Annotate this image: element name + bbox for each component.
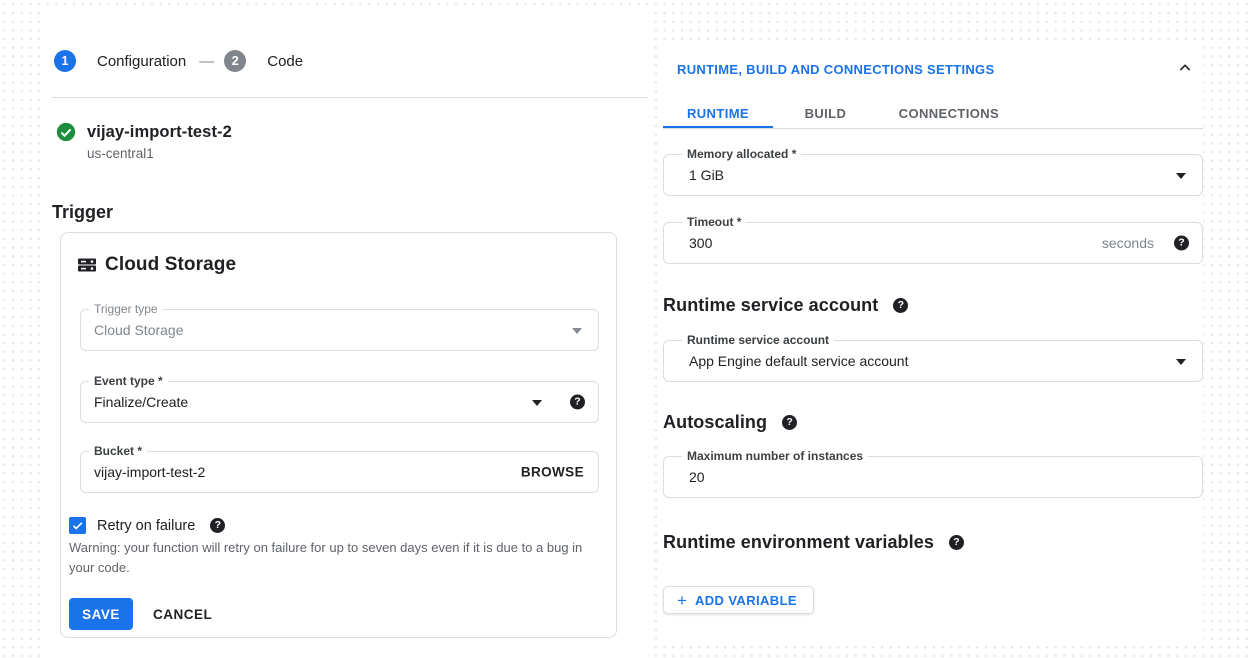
env-vars-section-title: Runtime environment variables [663, 532, 934, 553]
max-instances-field: Maximum number of instances [663, 456, 1203, 498]
tab-build[interactable]: BUILD [777, 102, 873, 128]
chevron-up-icon [1177, 60, 1193, 76]
cloud-storage-icon [77, 255, 97, 275]
browse-button[interactable]: BROWSE [521, 465, 584, 480]
memory-allocated-select[interactable]: Memory allocated * 1 GiB [663, 154, 1203, 196]
chevron-down-icon [1176, 173, 1186, 179]
memory-allocated-value: 1 GiB [689, 167, 724, 183]
chevron-down-icon [532, 400, 542, 406]
runtime-service-account-value: App Engine default service account [689, 353, 908, 369]
env-vars-section-heading: Runtime environment variables ? [663, 532, 964, 553]
trigger-card-title-row: Cloud Storage [77, 252, 236, 278]
runtime-service-account-label: Runtime service account [682, 333, 834, 348]
step-2-code[interactable]: 2 [224, 50, 246, 72]
save-button[interactable]: SAVE [69, 598, 133, 630]
step-1-number: 1 [62, 54, 69, 68]
function-summary: vijay-import-test-2 [55, 121, 232, 143]
tab-runtime[interactable]: RUNTIME [663, 102, 773, 128]
retry-row: Retry on failure ? [69, 517, 225, 534]
autoscaling-section-heading: Autoscaling ? [663, 412, 797, 433]
trigger-card-title: Cloud Storage [105, 254, 236, 276]
settings-header: RUNTIME, BUILD AND CONNECTIONS SETTINGS [677, 62, 994, 77]
max-instances-input[interactable] [689, 457, 1012, 497]
gcp-create-function-page: { "colors": { "accent_blue": "#1a73e8", … [0, 0, 1252, 658]
collapse-section-button[interactable] [1175, 58, 1195, 81]
event-type-label: Event type * [89, 374, 168, 389]
env-vars-help-icon[interactable]: ? [949, 535, 964, 550]
timeout-input[interactable] [689, 223, 1012, 263]
function-name: vijay-import-test-2 [87, 123, 232, 142]
service-account-help-icon[interactable]: ? [893, 298, 908, 313]
header-divider [52, 97, 648, 98]
chevron-down-icon [1176, 359, 1186, 365]
autoscaling-section-title: Autoscaling [663, 412, 767, 433]
timeout-field: Timeout * seconds ? [663, 222, 1203, 264]
stepper: 1 Configuration — 2 Code [54, 49, 303, 73]
trigger-type-value: Cloud Storage [94, 322, 184, 338]
chevron-down-icon [572, 328, 582, 334]
event-type-help-icon[interactable]: ? [570, 395, 585, 410]
configuration-panel: 1 Configuration — 2 Code vijay-import-te… [44, 10, 648, 658]
trigger-actions: SAVE CANCEL [69, 598, 212, 630]
retry-warning-text: Warning: your function will retry on fai… [69, 538, 597, 578]
cancel-button[interactable]: CANCEL [153, 607, 212, 622]
plus-icon: + [677, 592, 687, 609]
tab-connections[interactable]: CONNECTIONS [878, 102, 1020, 128]
trigger-card: Cloud Storage Trigger type Cloud Storage… [60, 232, 617, 638]
timeout-help-icon[interactable]: ? [1174, 236, 1189, 251]
step-2-number: 2 [232, 54, 239, 68]
trigger-type-label: Trigger type [89, 302, 163, 317]
runtime-settings-panel: RUNTIME, BUILD AND CONNECTIONS SETTINGS … [663, 40, 1203, 640]
bucket-input[interactable] [94, 452, 404, 492]
step-separator: — [199, 53, 214, 70]
event-type-value: Finalize/Create [94, 394, 188, 410]
trigger-section-title: Trigger [52, 202, 113, 223]
event-type-select[interactable]: Event type * Finalize/Create ? [80, 381, 599, 423]
timeout-suffix: seconds [1102, 235, 1154, 251]
function-region: us-central1 [87, 146, 154, 161]
runtime-service-account-select[interactable]: Runtime service account App Engine defau… [663, 340, 1203, 382]
autoscaling-help-icon[interactable]: ? [782, 415, 797, 430]
settings-tabs: RUNTIME BUILD CONNECTIONS [663, 102, 1203, 129]
service-account-section-title: Runtime service account [663, 295, 878, 316]
add-variable-button[interactable]: + ADD VARIABLE [663, 586, 814, 614]
retry-help-icon[interactable]: ? [210, 518, 225, 533]
step-1-label: Configuration [97, 53, 186, 70]
add-variable-label: ADD VARIABLE [695, 593, 797, 608]
retry-checkbox[interactable] [69, 517, 86, 534]
step-2-label: Code [267, 53, 303, 70]
retry-label: Retry on failure [97, 518, 195, 534]
bucket-field: Bucket * BROWSE [80, 451, 599, 493]
service-account-section-heading: Runtime service account ? [663, 295, 908, 316]
check-circle-icon [55, 121, 77, 143]
memory-allocated-label: Memory allocated * [682, 147, 801, 162]
trigger-type-select[interactable]: Trigger type Cloud Storage [80, 309, 599, 351]
step-1-configuration[interactable]: 1 [54, 50, 76, 72]
